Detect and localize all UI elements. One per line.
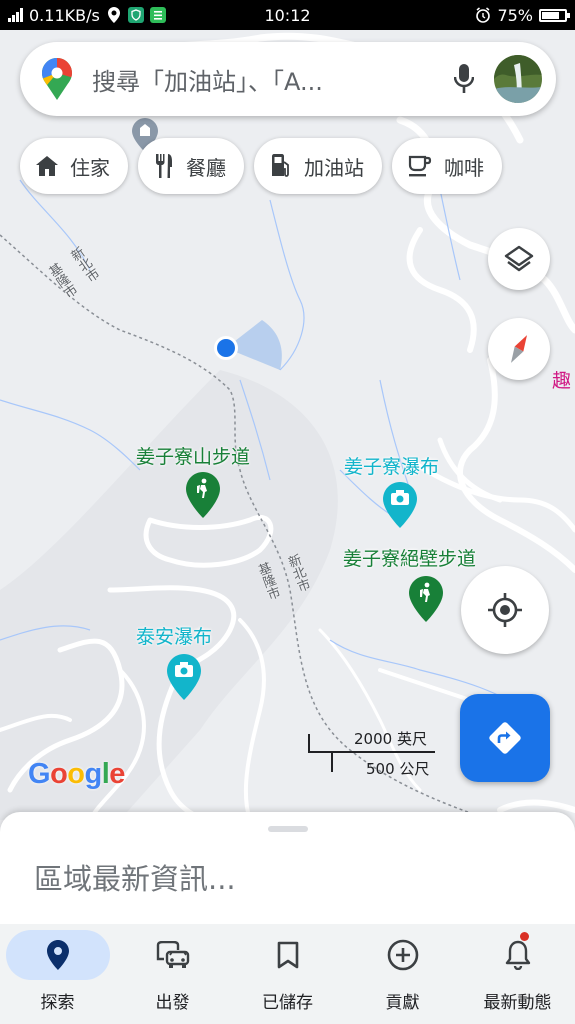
map-label-partial: 趣 [552, 370, 572, 392]
sheet-title: 區域最新資訊... [34, 862, 236, 896]
network-speed: 0.11KB/s [29, 5, 100, 25]
nav-contribute[interactable]: 貢獻 [345, 924, 460, 1024]
scale-imperial: 2000 英尺 [354, 730, 427, 748]
commute-icon [156, 941, 189, 968]
profile-avatar[interactable] [494, 55, 542, 103]
chip-label: 住家 [70, 155, 110, 180]
compass-icon [510, 335, 527, 363]
chip-restaurants[interactable]: 餐廳 [138, 138, 244, 194]
logo-letter: e [109, 758, 125, 790]
category-chips: 住家 餐廳 加油站 咖啡 [20, 138, 502, 194]
nav-commute[interactable]: 出發 [115, 924, 230, 1024]
nav-label: 已儲存 [262, 993, 313, 1013]
chip-label: 餐廳 [186, 155, 226, 180]
camera-pin-icon[interactable] [383, 482, 417, 528]
nav-label: 貢獻 [385, 993, 420, 1013]
status-bar: 0.11KB/s 10:12 75% [0, 0, 575, 30]
google-maps-pin-icon [42, 58, 72, 100]
compass-button[interactable] [488, 318, 550, 380]
poi-label-jiangziliao-waterfall[interactable]: 姜子寮瀑布 [344, 452, 439, 479]
chip-home[interactable]: 住家 [20, 138, 128, 194]
battery-icon [539, 8, 570, 22]
nav-label: 出發 [155, 993, 190, 1013]
coffee-icon [408, 155, 432, 177]
chip-label: 加油站 [304, 155, 364, 180]
search-input[interactable]: 搜尋「加油站」、「A... [92, 62, 440, 97]
search-bar[interactable]: 搜尋「加油站」、「A... [20, 42, 556, 116]
layers-icon [504, 245, 534, 272]
camera-pin-icon-2[interactable] [167, 654, 201, 700]
crosshair-icon [488, 593, 522, 627]
bookmark-icon [277, 941, 298, 969]
my-location-dot [217, 339, 235, 357]
hiking-pin-icon-2[interactable] [409, 576, 443, 622]
directions-icon [489, 722, 521, 754]
notification-badge [520, 932, 529, 941]
alarm-icon [475, 7, 491, 23]
nav-label: 最新動態 [483, 993, 552, 1013]
chip-gas-stations[interactable]: 加油站 [254, 138, 382, 194]
logo-letter: o [67, 758, 85, 790]
home-icon [36, 156, 58, 176]
poi-label-taian-waterfall[interactable]: 泰安瀑布 [136, 622, 212, 649]
chip-label: 咖啡 [444, 155, 484, 180]
layers-button[interactable] [488, 228, 550, 290]
mic-button[interactable] [440, 55, 488, 103]
add-circle-icon [387, 939, 418, 971]
bell-icon [505, 940, 530, 970]
bottom-navigation: 探索 出發 已儲存 貢獻 最新動態 [0, 924, 575, 1024]
logo-letter: g [84, 758, 103, 790]
sheet-drag-handle[interactable] [268, 826, 308, 832]
my-location-button[interactable] [461, 566, 549, 654]
nav-saved[interactable]: 已儲存 [230, 924, 345, 1024]
nav-label: 探索 [40, 993, 75, 1013]
mic-icon [454, 64, 474, 93]
logo-letter: G [28, 758, 51, 790]
shield-app-icon [127, 7, 144, 23]
signal-icon [8, 8, 23, 22]
nav-explore[interactable]: 探索 [0, 924, 115, 1024]
logo-letter: o [50, 758, 68, 790]
hiking-pin-icon[interactable] [186, 472, 220, 518]
location-status-icon [106, 7, 122, 23]
nav-updates[interactable]: 最新動態 [460, 924, 575, 1024]
latest-area-sheet[interactable]: 區域最新資訊... [0, 812, 575, 924]
scale-metric: 500 公尺 [366, 760, 430, 778]
directions-button[interactable] [460, 694, 550, 782]
map-scale: 2000 英尺 500 公尺 [308, 728, 448, 778]
gas-station-icon [272, 154, 289, 177]
explore-pin-icon [46, 940, 69, 970]
poi-label-cliff-trail[interactable]: 姜子寮絕壁步道 [343, 544, 476, 571]
google-logo: Google [28, 758, 125, 791]
battery-percent: 75% [497, 5, 533, 25]
poi-label-jiangziliao-trail[interactable]: 姜子寮山步道 [136, 442, 250, 469]
restaurant-icon [156, 154, 172, 178]
notes-app-icon [149, 7, 166, 23]
chip-coffee[interactable]: 咖啡 [392, 138, 502, 194]
